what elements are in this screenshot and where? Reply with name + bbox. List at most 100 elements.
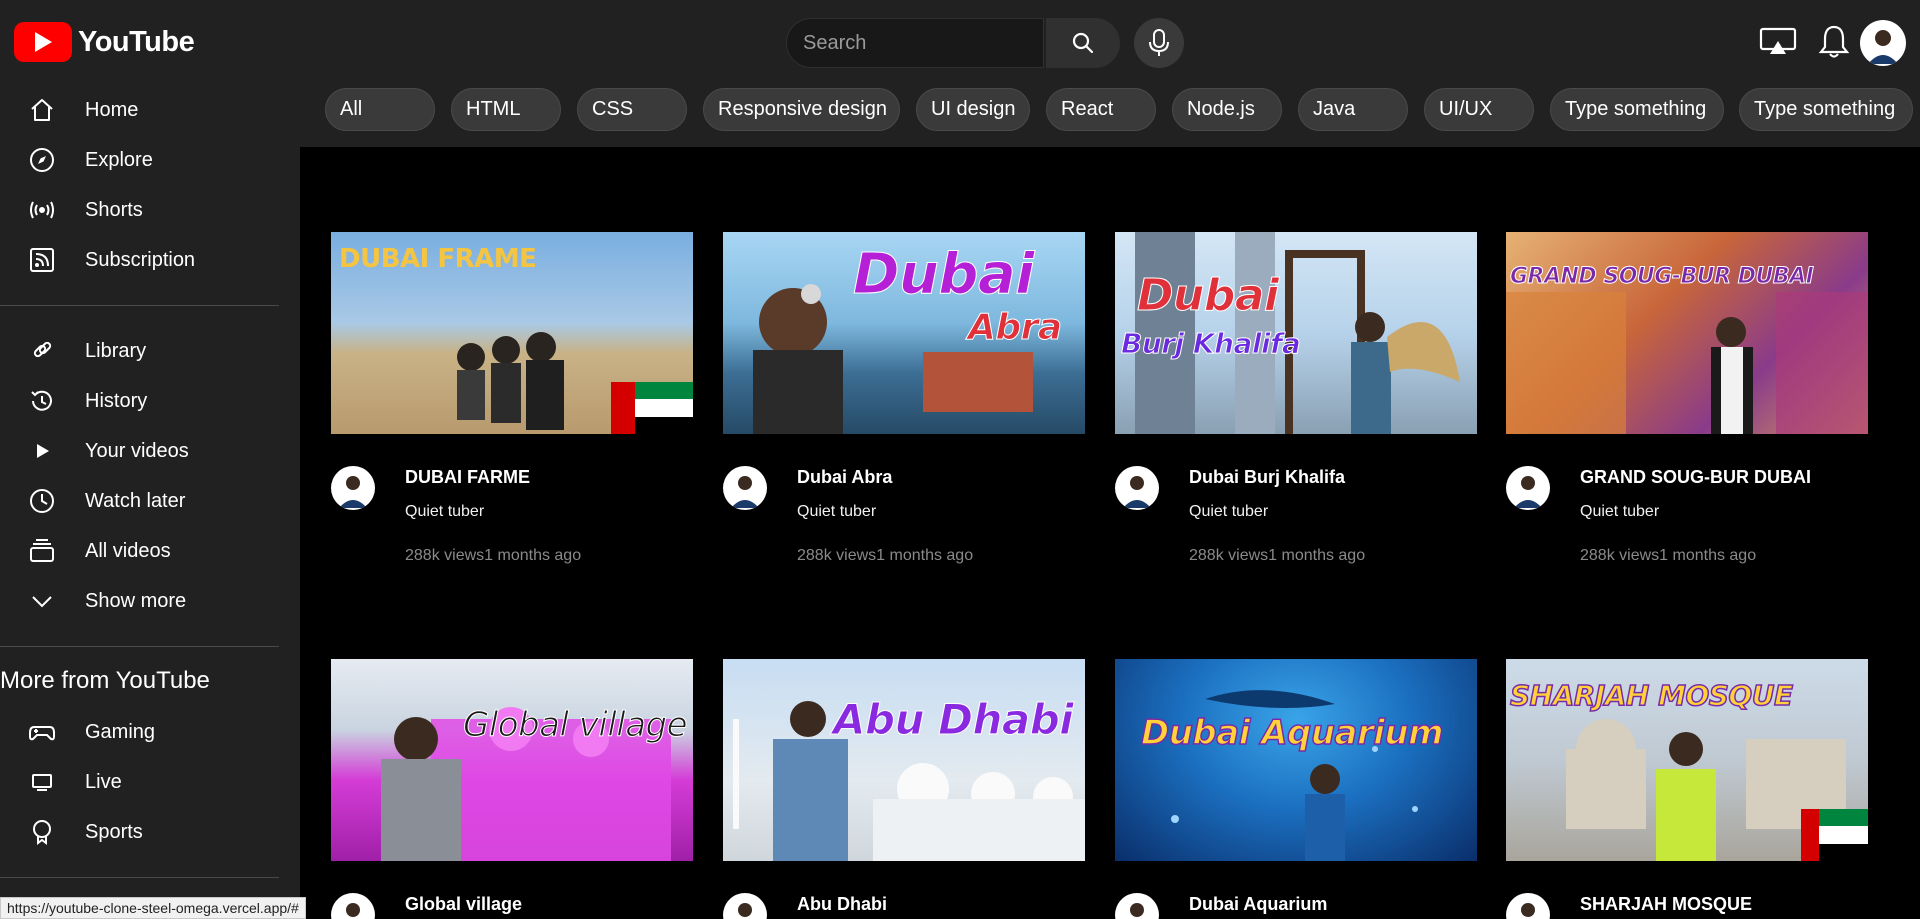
video-stats: 288k views1 months ago — [405, 547, 582, 564]
user-avatar[interactable] — [1860, 20, 1906, 66]
sidebar-item-label: Shorts — [85, 198, 143, 221]
video-card[interactable]: DUBAI FRAME DUBAI FARME Quiet tuber 288k… — [331, 232, 693, 572]
search-input[interactable] — [803, 19, 1043, 67]
video-card[interactable]: Abu Dhabi Abu Dhabi — [723, 659, 1085, 919]
channel-avatar[interactable] — [1506, 893, 1550, 919]
play-icon — [28, 437, 56, 465]
video-stats: 288k views1 months ago — [1580, 547, 1757, 564]
video-title[interactable]: DUBAI FARME — [405, 467, 530, 488]
broadcast-icon — [28, 196, 56, 224]
voice-search-button[interactable] — [1134, 18, 1184, 68]
youtube-logo[interactable]: YouTube — [14, 22, 195, 62]
video-card[interactable]: Global village Global village — [331, 659, 693, 919]
chip-css[interactable]: CSS — [577, 88, 687, 131]
chip-html[interactable]: HTML — [451, 88, 561, 131]
sidebar-item-live[interactable]: Live — [0, 759, 280, 805]
sidebar-item-all-videos[interactable]: All videos — [0, 528, 280, 574]
youtube-logo-icon — [14, 22, 72, 62]
sidebar-item-explore[interactable]: Explore — [0, 137, 280, 183]
cast-icon — [1759, 27, 1797, 54]
video-thumbnail[interactable]: GRAND SOUG-BUR DUBAI — [1506, 232, 1868, 434]
sidebar: Home Explore Shorts Subscription Library… — [0, 72, 300, 919]
trophy-icon — [28, 818, 56, 846]
video-card[interactable]: GRAND SOUG-BUR DUBAI GRAND SOUG-BUR DUBA… — [1506, 232, 1868, 572]
link-icon — [28, 337, 56, 365]
channel-name[interactable]: Quiet tuber — [1580, 503, 1659, 521]
sidebar-item-show-more[interactable]: Show more — [0, 578, 280, 624]
video-thumbnail[interactable]: SHARJAH MOSQUE — [1506, 659, 1868, 861]
chip-responsive-design[interactable]: Responsive design — [703, 88, 900, 131]
chip-all[interactable]: All — [325, 88, 435, 131]
sidebar-item-label: Show more — [85, 589, 187, 612]
thumbnail-text: Dubai Aquarium — [1140, 712, 1444, 754]
channel-avatar[interactable] — [1115, 466, 1159, 510]
sidebar-item-shorts[interactable]: Shorts — [0, 187, 280, 233]
channel-avatar[interactable] — [723, 893, 767, 919]
sidebar-item-your-videos[interactable]: Your videos — [0, 428, 280, 474]
channel-name[interactable]: Quiet tuber — [797, 503, 876, 521]
video-title[interactable]: Dubai Abra — [797, 467, 892, 488]
channel-avatar[interactable] — [331, 466, 375, 510]
video-thumbnail[interactable]: Dubai Burj Khalifa — [1115, 232, 1477, 434]
sidebar-item-watch-later[interactable]: Watch later — [0, 478, 280, 524]
sidebar-item-history[interactable]: History — [0, 378, 280, 424]
sidebar-item-label: Home — [85, 98, 139, 121]
channel-name[interactable]: Quiet tuber — [1189, 503, 1268, 521]
video-thumbnail[interactable]: DUBAI FRAME — [331, 232, 693, 434]
top-header: YouTube — [0, 0, 1920, 72]
sidebar-item-home[interactable]: Home — [0, 87, 280, 133]
compass-icon — [28, 146, 56, 174]
video-title[interactable]: GRAND SOUG-BUR DUBAI — [1580, 467, 1811, 488]
video-title[interactable]: Dubai Burj Khalifa — [1189, 467, 1345, 488]
channel-avatar[interactable] — [1506, 466, 1550, 510]
chip-java[interactable]: Java — [1298, 88, 1408, 131]
search-box[interactable] — [786, 18, 1044, 68]
chip-type-something[interactable]: Type something — [1739, 88, 1913, 131]
chip-nodejs[interactable]: Node.js — [1172, 88, 1282, 131]
video-title[interactable]: Dubai Aquarium — [1189, 894, 1327, 915]
sidebar-item-subscription[interactable]: Subscription — [0, 237, 280, 283]
video-card[interactable]: Dubai Abra Dubai Abra Quiet tuber 288k v… — [723, 232, 1085, 572]
channel-name[interactable]: Quiet tuber — [405, 503, 484, 521]
sidebar-item-sports[interactable]: Sports — [0, 809, 280, 855]
stack-icon — [28, 537, 56, 565]
video-card[interactable]: Dubai Burj Khalifa Dubai Burj Khalifa Qu… — [1115, 232, 1477, 572]
chip-type-something[interactable]: Type something — [1550, 88, 1724, 131]
channel-avatar[interactable] — [331, 893, 375, 919]
thumbnail-text-secondary: Abra — [968, 307, 1063, 349]
chip-ui-design[interactable]: UI design — [916, 88, 1030, 131]
logo-text: YouTube — [78, 25, 195, 58]
sidebar-item-gaming[interactable]: Gaming — [0, 709, 280, 755]
notifications-button[interactable] — [1814, 22, 1854, 62]
video-thumbnail[interactable]: Global village — [331, 659, 693, 861]
video-title[interactable]: Abu Dhabi — [797, 894, 887, 915]
thumbnail-text: GRAND SOUG-BUR DUBAI — [1509, 264, 1814, 290]
channel-avatar[interactable] — [1115, 893, 1159, 919]
sidebar-section-title: More from YouTube — [0, 667, 210, 694]
chip-ui-ux[interactable]: UI/UX — [1424, 88, 1534, 131]
video-thumbnail[interactable]: Abu Dhabi — [723, 659, 1085, 861]
monitor-icon — [28, 768, 56, 796]
video-card[interactable]: SHARJAH MOSQUE SHARJAH MOSQUE — [1506, 659, 1868, 919]
video-card[interactable]: Dubai Aquarium Dubai Aquarium — [1115, 659, 1477, 919]
sidebar-item-label: Library — [85, 339, 147, 362]
sidebar-item-label: Gaming — [85, 720, 156, 743]
chip-react[interactable]: React — [1046, 88, 1156, 131]
sidebar-item-label: Sports — [85, 820, 143, 843]
video-title[interactable]: SHARJAH MOSQUE — [1580, 894, 1752, 915]
search-button[interactable] — [1046, 18, 1120, 68]
cast-button[interactable] — [1758, 22, 1798, 62]
microphone-icon — [1149, 29, 1169, 56]
thumbnail-text: SHARJAH MOSQUE — [1509, 678, 1794, 713]
sidebar-item-library[interactable]: Library — [0, 328, 280, 374]
video-thumbnail[interactable]: Dubai Aquarium — [1115, 659, 1477, 861]
sidebar-item-label: Your videos — [85, 439, 189, 462]
sidebar-divider — [0, 877, 279, 878]
sidebar-item-label: Watch later — [85, 489, 186, 512]
video-title[interactable]: Global village — [405, 894, 522, 915]
video-thumbnail[interactable]: Dubai Abra — [723, 232, 1085, 434]
thumbnail-text: Abu Dhabi — [832, 695, 1074, 745]
sidebar-item-label: Explore — [85, 148, 153, 171]
thumbnail-text: Global village — [462, 705, 688, 746]
channel-avatar[interactable] — [723, 466, 767, 510]
